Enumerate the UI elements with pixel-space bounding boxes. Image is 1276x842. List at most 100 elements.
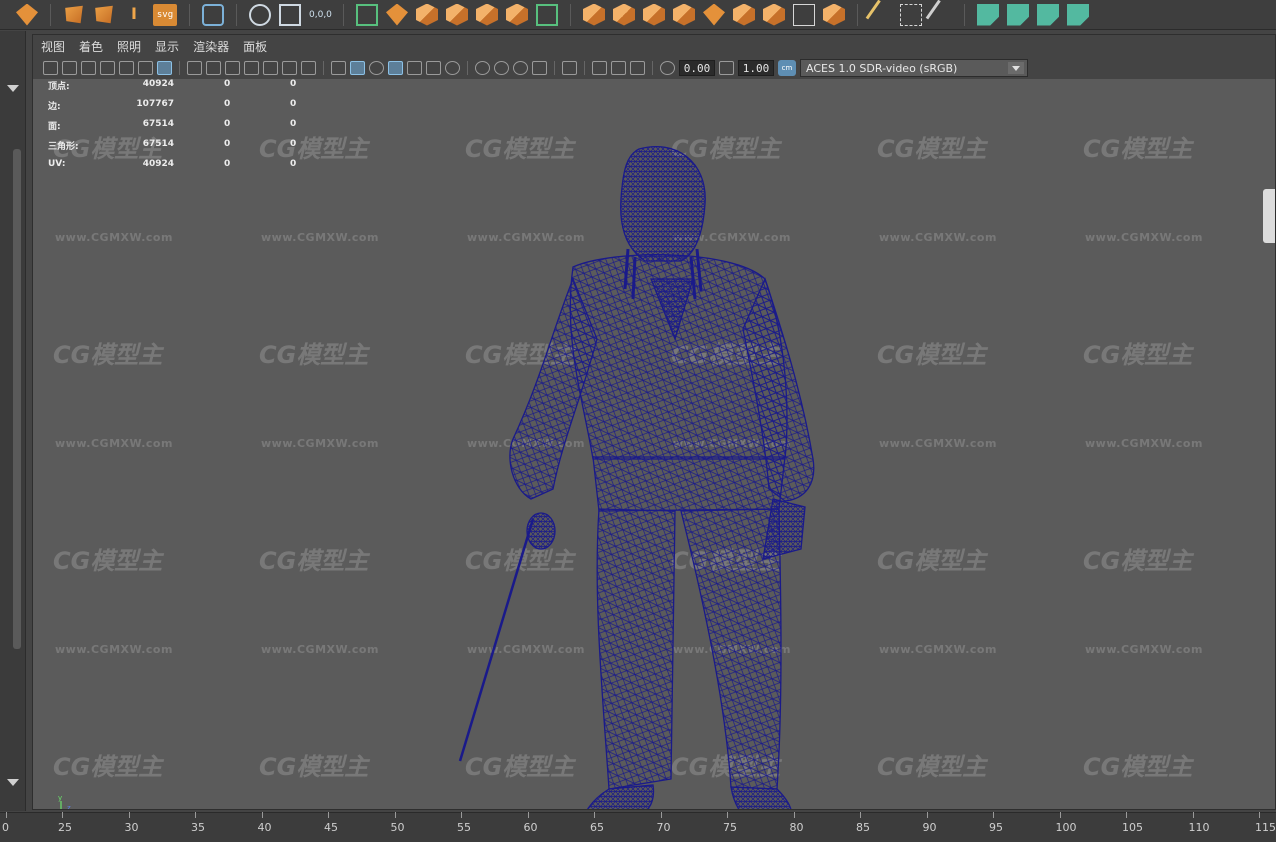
viewport-canvas[interactable]: CG模型主 CG模型主 CG模型主 CG模型主 CG模型主 CG模型主 CG模型主 CG模型主… bbox=[33, 79, 1275, 809]
chevron-down-icon[interactable] bbox=[7, 779, 19, 786]
smooth-shade-icon[interactable] bbox=[350, 61, 365, 75]
time-tick-label: 100 bbox=[1055, 812, 1077, 834]
brush-icon[interactable] bbox=[925, 0, 957, 30]
time-tick-label: 0 bbox=[2, 812, 9, 834]
gamma-icon[interactable] bbox=[719, 61, 734, 75]
cube-split-icon[interactable] bbox=[733, 3, 755, 26]
wireframe-on-shaded-icon[interactable] bbox=[388, 61, 403, 75]
green-cube-icon[interactable] bbox=[977, 3, 999, 26]
cube-extrude-icon[interactable] bbox=[613, 3, 635, 26]
watermark-url: www.CGMXW.com bbox=[55, 643, 173, 656]
time-slider[interactable]: 0 25 30 35 40 45 50 55 60 65 70 75 80 85 90 95 100 105 11… bbox=[0, 812, 1276, 842]
grid-icon[interactable] bbox=[202, 3, 224, 26]
camera-attributes-icon[interactable] bbox=[62, 61, 77, 75]
cube-extract-icon[interactable] bbox=[446, 3, 468, 26]
safe-title-icon[interactable] bbox=[301, 61, 316, 75]
image-plane-icon[interactable] bbox=[100, 61, 115, 75]
shadows-icon[interactable] bbox=[445, 61, 460, 75]
axis-z-label: z bbox=[67, 804, 71, 809]
safe-action-icon[interactable] bbox=[282, 61, 297, 75]
green-cube4-icon[interactable] bbox=[1067, 3, 1089, 26]
watermark-logo: CG模型主 bbox=[1083, 753, 1193, 781]
hud-value: 0 bbox=[290, 99, 297, 109]
text-tool-icon[interactable]: I bbox=[123, 4, 145, 26]
hud-row: 面: 67514 0 0 bbox=[48, 119, 308, 139]
cube-cut-icon[interactable] bbox=[506, 3, 528, 26]
scrollbar[interactable] bbox=[13, 149, 21, 649]
anti-alias-icon[interactable] bbox=[513, 61, 528, 75]
poly-count-hud: 顶点: 40924 0 0 边: 107767 0 0 面: 67514 0 0… bbox=[48, 79, 308, 179]
cube-smooth-icon[interactable] bbox=[673, 3, 695, 26]
watermark-url: www.CGMXW.com bbox=[55, 437, 173, 450]
green-cube3-icon[interactable] bbox=[1037, 3, 1059, 26]
isolate-select-icon[interactable] bbox=[562, 61, 577, 75]
resolution-gate-icon[interactable] bbox=[225, 61, 240, 75]
lights-icon[interactable] bbox=[426, 61, 441, 75]
cube-bridge-icon[interactable] bbox=[643, 3, 665, 26]
default-material-icon[interactable] bbox=[369, 61, 384, 75]
exposure-icon[interactable] bbox=[660, 61, 675, 75]
chevron-down-icon[interactable] bbox=[1008, 62, 1024, 74]
xray-active-icon[interactable] bbox=[630, 61, 645, 75]
curve-tool-icon[interactable] bbox=[95, 5, 113, 24]
wireframe-icon[interactable] bbox=[331, 61, 346, 75]
time-tick-label: 30 bbox=[124, 812, 139, 834]
green-cube2-icon[interactable] bbox=[1007, 3, 1029, 26]
polygon-tool-icon[interactable] bbox=[65, 5, 83, 24]
deform-icon[interactable] bbox=[763, 3, 785, 26]
menu-show[interactable]: 显示 bbox=[155, 38, 179, 55]
uv-icon[interactable] bbox=[793, 3, 815, 26]
paint-icon[interactable] bbox=[865, 0, 897, 30]
field-chart-icon[interactable] bbox=[263, 61, 278, 75]
viewport-panel: 视图 着色 照明 显示 渲染器 面板 0.00 1.00 cm ACES 1.0… bbox=[32, 34, 1276, 810]
2d-pan-icon[interactable] bbox=[138, 61, 153, 75]
watermark-url: www.CGMXW.com bbox=[1085, 231, 1203, 244]
exposure-field[interactable]: 0.00 bbox=[679, 60, 715, 76]
bookmark-icon[interactable] bbox=[81, 61, 96, 75]
grid-toggle-icon[interactable] bbox=[187, 61, 202, 75]
watermark-logo: CG模型主 bbox=[877, 341, 987, 369]
depth-of-field-icon[interactable] bbox=[532, 61, 547, 75]
gate-mask-icon[interactable] bbox=[244, 61, 259, 75]
gamma-field[interactable]: 1.00 bbox=[738, 60, 774, 76]
bookmark2-icon[interactable] bbox=[119, 61, 134, 75]
menu-renderer[interactable]: 渲染器 bbox=[193, 38, 229, 55]
sculpt-icon[interactable] bbox=[900, 3, 922, 26]
watermark-logo: CG模型主 bbox=[259, 547, 369, 575]
cube-bevel-icon[interactable] bbox=[583, 3, 605, 26]
cube-wedge-icon[interactable] bbox=[823, 3, 845, 26]
cube-bool-icon[interactable] bbox=[476, 3, 498, 26]
grease-pencil-icon[interactable] bbox=[157, 61, 172, 75]
sphere-icon[interactable] bbox=[16, 3, 38, 26]
cube-combine-icon[interactable] bbox=[416, 3, 438, 26]
colorspace-dropdown[interactable]: ACES 1.0 SDR-video (sRGB) bbox=[800, 59, 1028, 77]
motion-blur-icon[interactable] bbox=[494, 61, 509, 75]
toolbar-separator bbox=[323, 61, 324, 75]
color-management-icon[interactable]: cm bbox=[778, 60, 796, 76]
chevron-down-icon[interactable] bbox=[7, 85, 19, 92]
side-tab-handle[interactable] bbox=[1263, 189, 1275, 243]
shelf-separator bbox=[343, 3, 344, 26]
xray-joints-icon[interactable] bbox=[611, 61, 626, 75]
screen-space-ao-icon[interactable] bbox=[475, 61, 490, 75]
material-icon[interactable] bbox=[386, 3, 408, 26]
watermark-logo: CG模型主 bbox=[877, 547, 987, 575]
menu-view[interactable]: 视图 bbox=[41, 38, 65, 55]
snap-icon[interactable] bbox=[279, 3, 301, 26]
character-wireframe-model[interactable] bbox=[413, 139, 833, 809]
time-tick-label: 50 bbox=[390, 812, 405, 834]
film-gate-icon[interactable] bbox=[206, 61, 221, 75]
time-tick-label: 75 bbox=[723, 812, 737, 834]
menu-lighting[interactable]: 照明 bbox=[117, 38, 141, 55]
menu-shading[interactable]: 着色 bbox=[79, 38, 103, 55]
magnet-icon[interactable] bbox=[249, 3, 271, 26]
cube-mirror-icon[interactable] bbox=[536, 3, 558, 26]
menu-panels[interactable]: 面板 bbox=[243, 38, 267, 55]
coordinate-icon[interactable]: 0,0,0 bbox=[309, 4, 332, 26]
textured-icon[interactable] bbox=[407, 61, 422, 75]
sphere-wire-icon[interactable] bbox=[703, 3, 725, 26]
camera-select-icon[interactable] bbox=[43, 61, 58, 75]
xray-icon[interactable] bbox=[592, 61, 607, 75]
lasso-icon[interactable] bbox=[356, 3, 378, 26]
svg-icon[interactable]: svg bbox=[153, 3, 177, 26]
